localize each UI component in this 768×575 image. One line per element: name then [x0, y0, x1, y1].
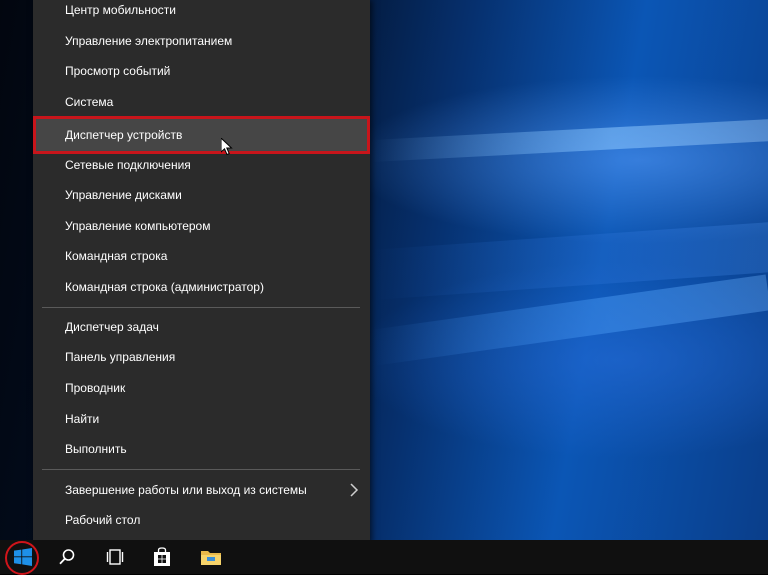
menu-item-device-manager[interactable]: Диспетчер устройств	[33, 116, 370, 154]
menu-item-label: Панель управления	[65, 350, 176, 364]
menu-item-label: Управление дисками	[65, 188, 182, 202]
file-explorer-button[interactable]	[188, 540, 234, 574]
menu-item-label: Система	[65, 95, 114, 109]
menu-item-mobility-center[interactable]: Центр мобильности	[33, 0, 370, 25]
power-user-menu: Центр мобильности Управление электропита…	[33, 0, 370, 544]
menu-item-label: Сетевые подключения	[65, 158, 191, 172]
menu-item-label: Выполнить	[65, 442, 127, 456]
store-button[interactable]	[139, 540, 185, 574]
menu-item-run[interactable]: Выполнить	[33, 434, 370, 464]
menu-item-task-manager[interactable]: Диспетчер задач	[33, 312, 370, 342]
start-button[interactable]	[0, 540, 46, 575]
menu-item-system[interactable]: Система	[33, 87, 370, 117]
menu-item-desktop[interactable]: Рабочий стол	[33, 505, 370, 535]
menu-item-label: Управление компьютером	[65, 219, 211, 233]
menu-item-label: Диспетчер устройств	[65, 128, 183, 142]
menu-item-label: Завершение работы или выход из системы	[65, 483, 307, 497]
menu-item-label: Рабочий стол	[65, 513, 141, 527]
menu-item-power-options[interactable]: Управление электропитанием	[33, 26, 370, 56]
menu-item-label: Просмотр событий	[65, 64, 171, 78]
task-view-button[interactable]	[92, 540, 138, 574]
search-button[interactable]	[44, 540, 90, 574]
menu-item-computer-management[interactable]: Управление компьютером	[33, 211, 370, 241]
menu-separator	[42, 469, 360, 470]
menu-item-label: Центр мобильности	[65, 3, 176, 17]
menu-item-control-panel[interactable]: Панель управления	[33, 342, 370, 372]
store-icon	[154, 547, 170, 566]
menu-item-label: Диспетчер задач	[65, 320, 159, 334]
menu-item-network-connections[interactable]: Сетевые подключения	[33, 150, 370, 180]
wallpaper-light-beam	[371, 119, 768, 162]
menu-item-disk-management[interactable]: Управление дисками	[33, 180, 370, 210]
menu-item-file-explorer[interactable]: Проводник	[33, 373, 370, 403]
menu-item-label: Найти	[65, 412, 100, 426]
chevron-right-icon	[350, 483, 359, 497]
menu-item-search[interactable]: Найти	[33, 404, 370, 434]
start-button-highlight-ring	[5, 541, 39, 575]
taskbar	[0, 540, 768, 575]
menu-separator	[42, 307, 360, 308]
menu-item-command-prompt[interactable]: Командная строка	[33, 241, 370, 271]
menu-item-shutdown-signout[interactable]: Завершение работы или выход из системы	[33, 475, 370, 505]
menu-item-label: Управление электропитанием	[65, 34, 233, 48]
search-icon	[59, 549, 75, 565]
menu-item-label: Проводник	[65, 381, 126, 395]
file-explorer-icon	[201, 551, 221, 565]
menu-item-command-prompt-admin[interactable]: Командная строка (администратор)	[33, 272, 370, 302]
menu-item-label: Командная строка	[65, 249, 168, 263]
menu-item-event-viewer[interactable]: Просмотр событий	[33, 56, 370, 86]
task-view-icon	[106, 549, 124, 565]
mouse-cursor-icon	[221, 138, 233, 156]
menu-item-label: Командная строка (администратор)	[65, 280, 264, 294]
